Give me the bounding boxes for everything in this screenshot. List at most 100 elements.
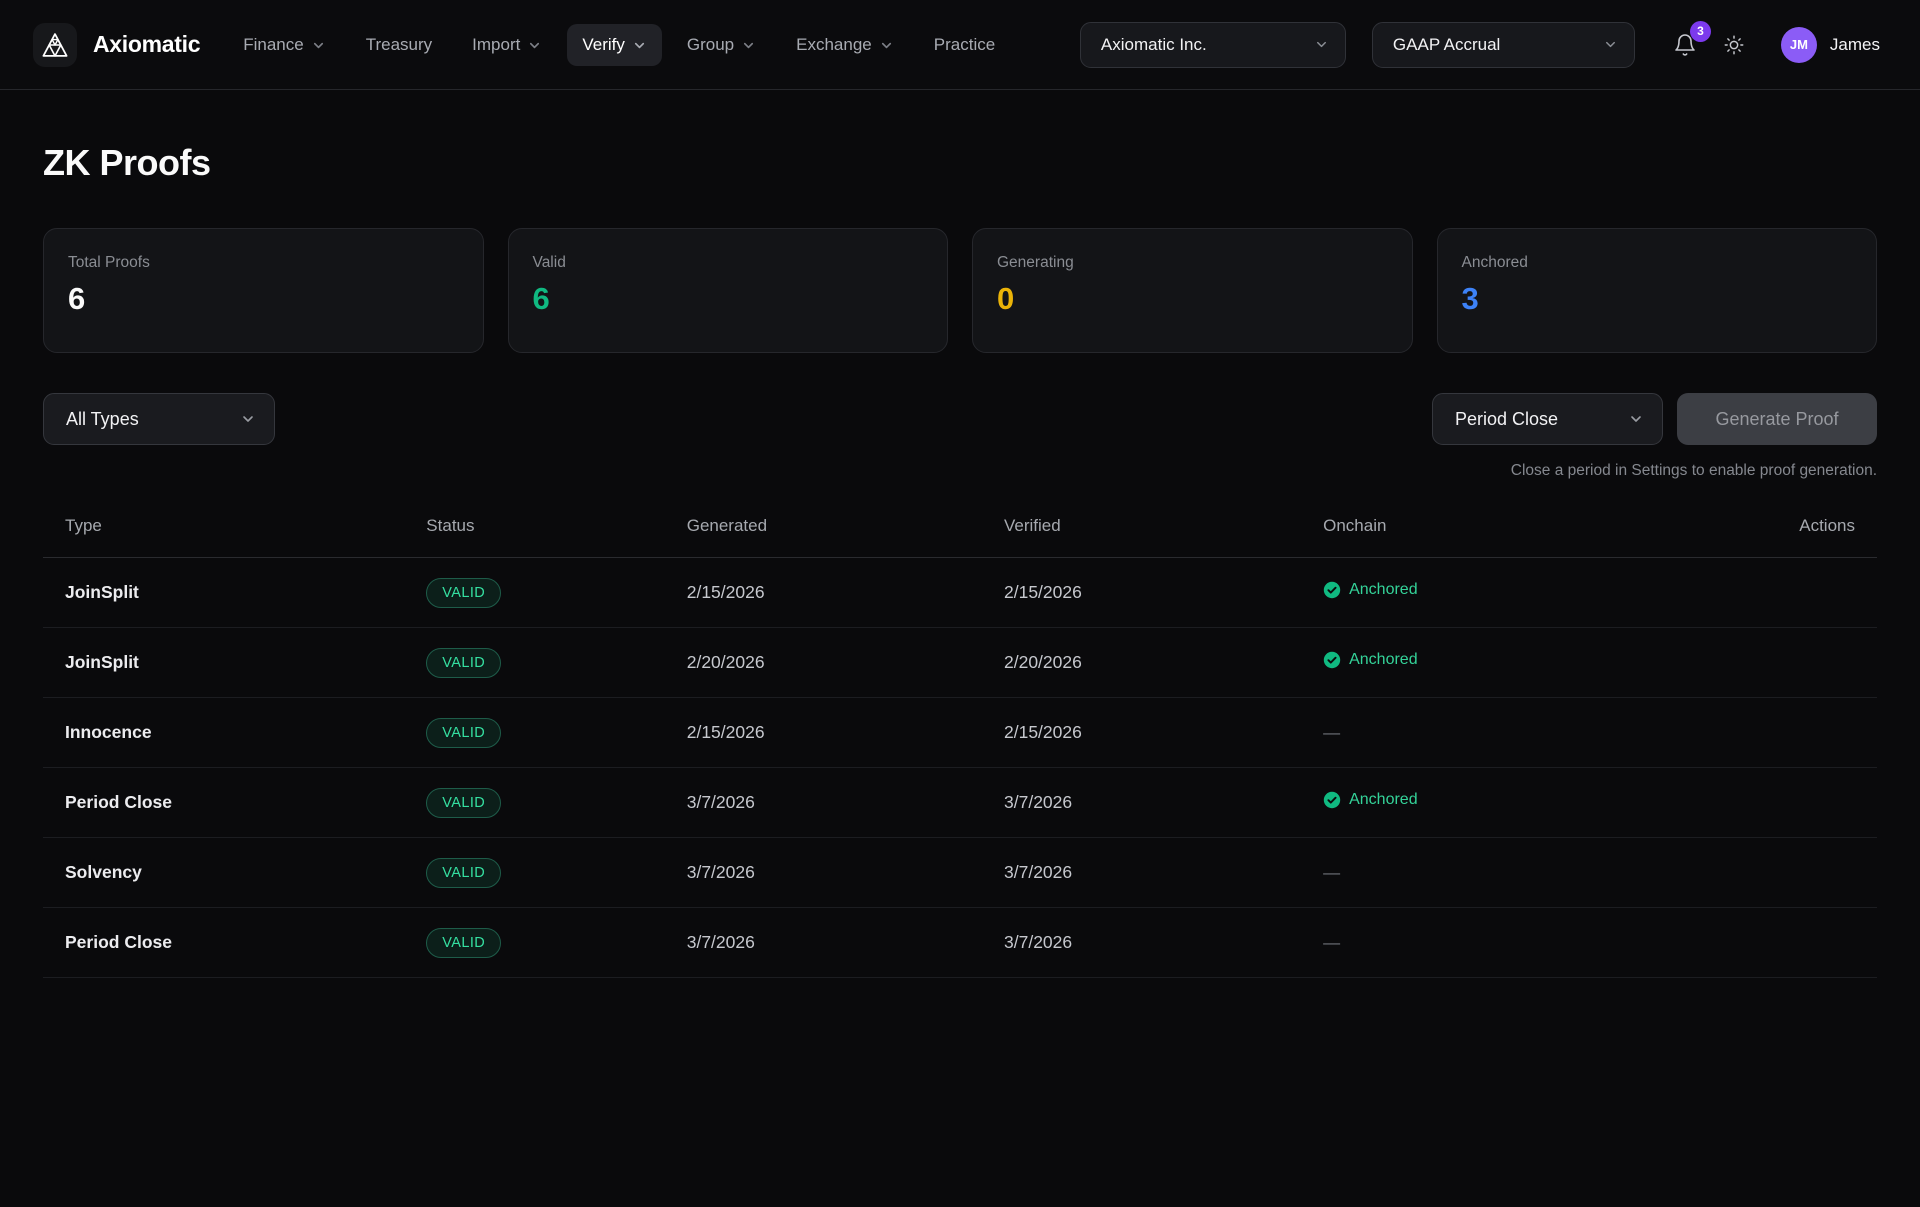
- brand-name: Axiomatic: [93, 31, 200, 58]
- onchain-cell: Anchored: [1323, 791, 1642, 814]
- chevron-down-icon: [527, 38, 542, 53]
- column-header-verified: Verified: [1004, 516, 1323, 536]
- chevron-down-icon: [1628, 411, 1644, 427]
- sun-icon: [1723, 34, 1745, 56]
- chevron-down-icon: [1314, 37, 1329, 52]
- column-header-onchain: Onchain: [1323, 516, 1642, 536]
- verified-cell: 3/7/2026: [1004, 792, 1323, 813]
- status-cell: VALID: [426, 578, 686, 608]
- notification-count-badge: 3: [1690, 21, 1711, 42]
- verified-cell: 3/7/2026: [1004, 862, 1323, 883]
- top-controls: Axiomatic Inc. GAAP Accrual 3 JM James: [1080, 22, 1880, 68]
- status-badge: VALID: [426, 648, 501, 678]
- user-menu[interactable]: JM James: [1781, 27, 1880, 63]
- nav-item-label: Group: [687, 35, 734, 55]
- nav-item-exchange[interactable]: Exchange: [781, 24, 909, 66]
- status-badge: VALID: [426, 928, 501, 958]
- stat-value: 6: [68, 281, 459, 317]
- status-cell: VALID: [426, 788, 686, 818]
- status-cell: VALID: [426, 648, 686, 678]
- type-filter-select[interactable]: All Types: [43, 393, 275, 445]
- onchain-cell: —: [1323, 863, 1642, 883]
- axiomatic-logo-icon[interactable]: [33, 23, 77, 67]
- table-row: SolvencyVALID3/7/20263/7/2026—: [43, 838, 1877, 908]
- onchain-dash: —: [1323, 863, 1340, 882]
- stats-row: Total Proofs6 Valid 6 Generating0Anchored3: [43, 228, 1877, 353]
- top-nav-bar: Axiomatic Finance Treasury Import Verify Gro…: [0, 0, 1920, 90]
- nav-item-finance[interactable]: Finance: [228, 24, 340, 66]
- entity-selector-value: Axiomatic Inc.: [1101, 35, 1207, 55]
- onchain-anchored: Anchored: [1323, 651, 1418, 669]
- nav-item-practice[interactable]: Practice: [919, 24, 1010, 66]
- column-header-generated: Generated: [687, 516, 1004, 536]
- proof-type-cell: JoinSplit: [43, 652, 426, 673]
- onchain-cell: —: [1323, 933, 1642, 953]
- proof-generation-helper-text: Close a period in Settings to enable pro…: [43, 462, 1877, 480]
- stat-label: Anchored: [1462, 254, 1853, 272]
- onchain-anchored: Anchored: [1323, 581, 1418, 599]
- onchain-label: Anchored: [1349, 651, 1418, 669]
- status-badge: VALID: [426, 718, 501, 748]
- stat-card-generating: Generating0: [972, 228, 1413, 353]
- table-row: JoinSplitVALID2/15/20262/15/2026Anchored: [43, 558, 1877, 628]
- generated-cell: 2/15/2026: [687, 582, 1004, 603]
- stat-card-total-proofs: Total Proofs6: [43, 228, 484, 353]
- nav-item-group[interactable]: Group: [672, 24, 771, 66]
- anchored-check-icon: [1323, 581, 1341, 599]
- table-row: InnocenceVALID2/15/20262/15/2026—: [43, 698, 1877, 768]
- proof-type-cell: Period Close: [43, 932, 426, 953]
- stat-value: 6: [533, 281, 924, 317]
- nav-item-label: Treasury: [366, 35, 432, 55]
- nav-item-label: Finance: [243, 35, 303, 55]
- proof-type-cell: Solvency: [43, 862, 426, 883]
- filter-row: All Types Period Close Generate Proof: [43, 393, 1877, 445]
- main-nav-menu: Finance Treasury Import Verify Group Exchange…: [228, 24, 1010, 66]
- stat-value: 0: [997, 281, 1388, 317]
- stat-card-anchored: Anchored3: [1437, 228, 1878, 353]
- nav-item-treasury[interactable]: Treasury: [351, 24, 447, 66]
- entity-selector[interactable]: Axiomatic Inc.: [1080, 22, 1346, 68]
- generated-cell: 2/15/2026: [687, 722, 1004, 743]
- nav-item-label: Exchange: [796, 35, 872, 55]
- proof-type-value: Period Close: [1455, 409, 1558, 430]
- proof-type-cell: Innocence: [43, 722, 426, 743]
- type-filter-value: All Types: [66, 409, 139, 430]
- nav-item-verify[interactable]: Verify: [567, 24, 662, 66]
- notifications-button[interactable]: 3: [1667, 27, 1703, 63]
- proof-type-select[interactable]: Period Close: [1432, 393, 1663, 445]
- status-badge: VALID: [426, 858, 501, 888]
- page-title: ZK Proofs: [43, 142, 1877, 184]
- onchain-label: Anchored: [1349, 581, 1418, 599]
- status-cell: VALID: [426, 928, 686, 958]
- generate-proof-button[interactable]: Generate Proof: [1677, 393, 1877, 445]
- chevron-down-icon: [741, 38, 756, 53]
- table-row: Period CloseVALID3/7/20263/7/2026—: [43, 908, 1877, 978]
- brand: Axiomatic: [33, 23, 200, 67]
- filter-right-group: Period Close Generate Proof: [1432, 393, 1877, 445]
- onchain-cell: —: [1323, 723, 1642, 743]
- onchain-label: Anchored: [1349, 791, 1418, 809]
- stat-card-valid: Valid 6: [508, 228, 949, 353]
- nav-item-import[interactable]: Import: [457, 24, 557, 66]
- accounting-basis-selector[interactable]: GAAP Accrual: [1372, 22, 1635, 68]
- stat-label: Valid: [533, 254, 924, 272]
- verified-cell: 2/20/2026: [1004, 652, 1323, 673]
- status-badge: VALID: [426, 788, 501, 818]
- chevron-down-icon: [240, 411, 256, 427]
- generated-cell: 3/7/2026: [687, 792, 1004, 813]
- verified-cell: 2/15/2026: [1004, 582, 1323, 603]
- proof-type-cell: Period Close: [43, 792, 426, 813]
- main-content: ZK Proofs Total Proofs6 Valid 6 Generating0…: [0, 142, 1920, 978]
- anchored-check-icon: [1323, 791, 1341, 809]
- column-header-type: Type: [43, 516, 426, 536]
- table-header-row: TypeStatusGeneratedVerifiedOnchainAction…: [43, 502, 1877, 558]
- status-cell: VALID: [426, 858, 686, 888]
- onchain-dash: —: [1323, 933, 1340, 952]
- chevron-down-icon: [632, 38, 647, 53]
- avatar: JM: [1781, 27, 1817, 63]
- column-header-status: Status: [426, 516, 686, 536]
- anchored-check-icon: [1323, 651, 1341, 669]
- nav-item-label: Verify: [582, 35, 625, 55]
- theme-toggle-button[interactable]: [1717, 28, 1751, 62]
- verified-cell: 3/7/2026: [1004, 932, 1323, 953]
